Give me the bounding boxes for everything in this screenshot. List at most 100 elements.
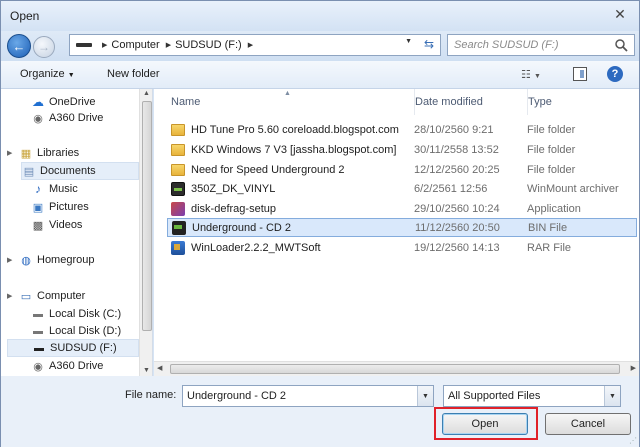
folder-icon bbox=[171, 123, 185, 136]
nav-item-documents[interactable]: ▤ Documents bbox=[21, 162, 139, 180]
expand-arrow-icon[interactable]: ▶ bbox=[7, 292, 19, 300]
horizontal-scroll-thumb[interactable] bbox=[170, 364, 620, 374]
rar-file-icon bbox=[171, 240, 185, 255]
nav-item-music[interactable]: ♪ Music bbox=[31, 180, 152, 198]
breadcrumb-drive[interactable]: SUDSUD (F:) bbox=[175, 39, 242, 51]
file-date: 30/11/2558 13:52 bbox=[414, 143, 499, 156]
file-name: KKD Windows 7 V3 [jassha.blogspot.com] bbox=[191, 143, 397, 156]
chevron-down-icon: ▼ bbox=[609, 392, 616, 400]
navigation-pane: ☁ OneDrive ◉ A360 Drive ▶ ▦ Libraries ▤ … bbox=[1, 89, 153, 376]
nav-item-homegroup[interactable]: ▶ ◍ Homegroup bbox=[7, 251, 147, 269]
column-header-date[interactable]: Date modified bbox=[414, 89, 522, 115]
file-type: Application bbox=[527, 202, 581, 215]
pictures-icon: ▣ bbox=[32, 201, 44, 214]
search-icon[interactable] bbox=[614, 38, 628, 52]
filter-value: All Supported Files bbox=[448, 390, 541, 402]
nav-item-pictures[interactable]: ▣ Pictures bbox=[31, 198, 152, 216]
file-date: 28/10/2560 9:21 bbox=[414, 123, 494, 136]
filename-input[interactable]: Underground - CD 2 ▼ bbox=[182, 385, 434, 407]
file-name: HD Tune Pro 5.60 coreloadd.blogspot.com bbox=[191, 123, 399, 136]
nav-item-sudsud-f[interactable]: ▬ SUDSUD (F:) bbox=[7, 339, 139, 357]
expand-arrow-icon[interactable]: ▶ bbox=[7, 149, 19, 157]
search-placeholder: Search SUDSUD (F:) bbox=[454, 39, 559, 51]
nav-item-local-disk-d[interactable]: ▬ Local Disk (D:) bbox=[31, 322, 152, 340]
nav-item-local-disk-c[interactable]: ▬ Local Disk (C:) bbox=[31, 305, 152, 323]
nav-scrollbar[interactable]: ▲ ▼ bbox=[139, 89, 152, 376]
file-row-winloader[interactable]: WinLoader2.2.2_MWTSoft 19/12/2560 14:13 … bbox=[167, 238, 637, 257]
refresh-icon[interactable]: ⇆ bbox=[424, 37, 434, 51]
address-bar[interactable]: ▶ Computer ▶ SUDSUD (F:) ▶ ▼ ⇆ bbox=[69, 34, 441, 56]
folder-icon bbox=[171, 143, 185, 156]
file-type-filter-select[interactable]: All Supported Files ▼ bbox=[443, 385, 621, 407]
chevron-down-icon: ▼ bbox=[533, 73, 541, 80]
file-row-underground-cd2[interactable]: Underground - CD 2 11/12/2560 20:50 BIN … bbox=[167, 218, 637, 237]
nav-item-label: Local Disk (D:) bbox=[49, 325, 122, 337]
nav-item-computer[interactable]: ▶ ▭ Computer bbox=[7, 287, 147, 305]
nav-item-a360-drive[interactable]: ◉ A360 Drive bbox=[31, 109, 152, 127]
file-name: WinLoader2.2.2_MWTSoft bbox=[191, 241, 321, 254]
open-button[interactable]: Open bbox=[442, 413, 528, 435]
back-button[interactable]: ← bbox=[7, 34, 31, 58]
filename-dropdown-button[interactable]: ▼ bbox=[417, 386, 433, 406]
preview-pane-icon[interactable] bbox=[573, 67, 587, 81]
nav-item-label: Computer bbox=[37, 290, 86, 302]
expand-arrow-icon[interactable]: ▶ bbox=[7, 256, 19, 264]
chevron-right-icon[interactable]: ▶ bbox=[248, 41, 253, 49]
chevron-down-icon: ▼ bbox=[422, 392, 429, 400]
usb-drive-icon: ▬ bbox=[34, 342, 44, 354]
close-button[interactable]: ✕ bbox=[607, 4, 633, 24]
help-icon[interactable]: ? bbox=[607, 66, 623, 82]
nav-item-label: Pictures bbox=[49, 201, 89, 213]
file-type: BIN File bbox=[528, 221, 568, 234]
file-row-kkd-windows[interactable]: KKD Windows 7 V3 [jassha.blogspot.com] 3… bbox=[167, 140, 637, 159]
chevron-down-icon: ▼ bbox=[67, 72, 75, 79]
arrow-right-icon: → bbox=[38, 40, 50, 54]
file-row-disk-defrag[interactable]: disk-defrag-setup 29/10/2560 10:24 Appli… bbox=[167, 199, 637, 218]
resize-grip-icon[interactable]: ⋰ bbox=[629, 436, 637, 445]
forward-button[interactable]: → bbox=[33, 36, 55, 58]
nav-item-videos[interactable]: ▩ Videos bbox=[31, 216, 152, 234]
change-view-button[interactable]: ☷ ▼ bbox=[521, 68, 541, 81]
address-dropdown-icon[interactable]: ▼ bbox=[405, 38, 412, 45]
nav-item-label: Videos bbox=[49, 219, 83, 231]
nav-item-label: A360 Drive bbox=[49, 112, 104, 124]
column-header-type[interactable]: Type bbox=[527, 89, 627, 115]
chevron-right-icon[interactable]: ▶ bbox=[166, 41, 171, 49]
file-date: 29/10/2560 10:24 bbox=[414, 202, 500, 215]
cancel-button[interactable]: Cancel bbox=[545, 413, 631, 435]
file-row-nfs-underground[interactable]: Need for Speed Underground 2 12/12/2560 … bbox=[167, 160, 637, 179]
file-row-350z[interactable]: 350Z_DK_VINYL 6/2/2561 12:56 WinMount ar… bbox=[167, 179, 637, 198]
open-dialog: Open ✕ ← → ▶ Computer ▶ SUDSUD (F:) ▶ ▼ … bbox=[0, 0, 640, 447]
scroll-up-icon[interactable]: ▲ bbox=[143, 90, 150, 97]
horizontal-scrollbar[interactable]: ◀ ▶ bbox=[154, 361, 639, 376]
local-disk-icon: ▬ bbox=[33, 308, 43, 320]
nav-item-label: SUDSUD (F:) bbox=[50, 342, 117, 354]
new-folder-button[interactable]: New folder bbox=[107, 68, 160, 80]
chevron-right-icon[interactable]: ▶ bbox=[102, 41, 107, 49]
file-row-hd-tune[interactable]: HD Tune Pro 5.60 coreloadd.blogspot.com … bbox=[167, 120, 637, 139]
nav-item-libraries[interactable]: ▶ ▦ Libraries bbox=[7, 144, 147, 162]
scroll-right-icon[interactable]: ▶ bbox=[631, 364, 636, 372]
scroll-left-icon[interactable]: ◀ bbox=[157, 364, 162, 372]
documents-icon: ▤ bbox=[23, 165, 35, 178]
arrow-left-icon: ← bbox=[12, 38, 26, 54]
search-input[interactable]: Search SUDSUD (F:) bbox=[447, 34, 635, 56]
breadcrumb-computer[interactable]: Computer bbox=[111, 39, 159, 51]
videos-icon: ▩ bbox=[32, 219, 44, 232]
organize-button[interactable]: Organize ▼ bbox=[20, 68, 75, 80]
file-date: 19/12/2560 14:13 bbox=[414, 241, 500, 254]
homegroup-icon: ◍ bbox=[21, 254, 31, 267]
bin-file-icon bbox=[172, 220, 186, 235]
archive-icon bbox=[171, 181, 185, 196]
nav-item-label: Local Disk (C:) bbox=[49, 308, 122, 320]
music-icon: ♪ bbox=[35, 182, 41, 196]
nav-scroll-thumb[interactable] bbox=[142, 101, 152, 331]
nav-item-a360-drive-2[interactable]: ◉ A360 Drive bbox=[31, 357, 152, 375]
filter-dropdown-button[interactable]: ▼ bbox=[604, 386, 620, 406]
file-type: File folder bbox=[527, 163, 576, 176]
scroll-down-icon[interactable]: ▼ bbox=[143, 367, 150, 374]
nav-item-label: Documents bbox=[40, 165, 96, 177]
column-header-name[interactable]: Name bbox=[171, 89, 409, 115]
address-row: ← → ▶ Computer ▶ SUDSUD (F:) ▶ ▼ ⇆ Searc… bbox=[1, 31, 639, 61]
file-date: 12/12/2560 20:25 bbox=[414, 163, 500, 176]
